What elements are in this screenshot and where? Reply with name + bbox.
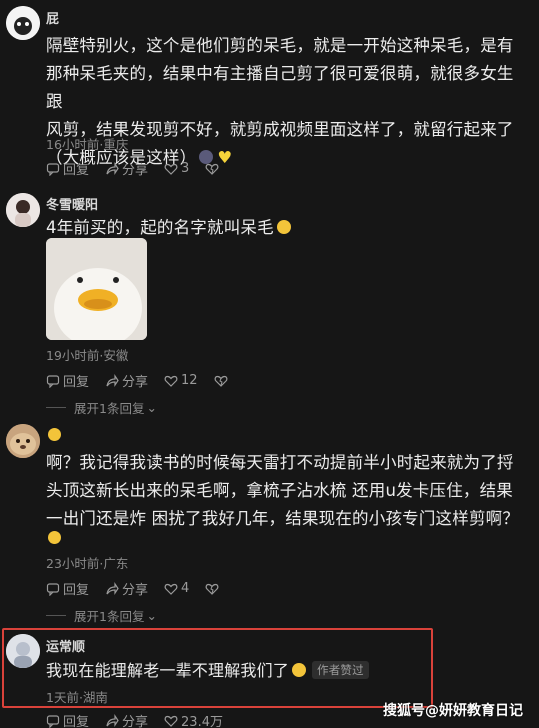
expand-label: 展开1条回复 (74, 401, 145, 416)
timestamp-location: 1天前·湖南 (46, 690, 108, 705)
status-emoji-icon (48, 428, 61, 441)
share-button[interactable]: 分享 (105, 711, 148, 728)
comment-line: 那种呆毛夹的，结果中有主播自己剪了很可爱很萌，就很多女生跟 (46, 64, 514, 111)
dislike-button[interactable] (205, 582, 222, 596)
laugh-emoji-icon (292, 663, 307, 677)
thinking-emoji-icon (48, 531, 61, 544)
comment-line: 我现在能理解老一辈不理解我们了 作者赞过 (46, 657, 524, 685)
dislike-icon (205, 163, 219, 175)
action-bar: 回复 分享 4 (46, 579, 238, 598)
reply-icon (46, 162, 60, 176)
avatar[interactable] (6, 193, 40, 227)
reply-icon (46, 582, 60, 596)
reply-label: 回复 (63, 163, 90, 178)
reply-label: 回复 (63, 583, 90, 598)
share-label: 分享 (122, 715, 149, 728)
heart-outline-icon (164, 583, 178, 595)
like-count: 23.4万 (181, 715, 223, 728)
avatar[interactable] (6, 634, 40, 668)
share-label: 分享 (122, 163, 149, 178)
share-button[interactable]: 分享 (105, 159, 148, 178)
smile-emoji-icon (276, 220, 291, 234)
expand-replies[interactable]: 展开1条回复 ⌄ (46, 398, 157, 417)
comment-line-text: 4年前买的，起的名字就叫呆毛 (46, 218, 274, 237)
share-label: 分享 (122, 583, 149, 598)
share-icon (106, 161, 119, 175)
reply-label: 回复 (63, 715, 90, 728)
like-button[interactable]: 4 (164, 581, 189, 596)
expand-replies[interactable]: 展开1条回复 ⌄ (46, 606, 157, 625)
chevron-down-icon: ⌄ (146, 608, 157, 623)
action-bar: 回复 分享 12 (46, 371, 247, 390)
reply-button[interactable]: 回复 (46, 371, 89, 390)
heart-outline-icon (164, 375, 178, 387)
comment-line: 一出门还是炸 困扰了我好几年，结果现在的小孩专门这样剪啊？ (46, 509, 520, 528)
expand-label: 展开1条回复 (74, 609, 145, 624)
action-bar: 回复 分享 3 (46, 159, 238, 178)
username[interactable]: 运常顺 (46, 636, 85, 655)
dislike-button[interactable] (205, 162, 222, 176)
heart-outline-icon (164, 715, 178, 727)
comment-line-text: 我现在能理解老一辈不理解我们了 (46, 661, 290, 680)
timestamp-location: 19小时前·安徽 (46, 348, 129, 363)
dislike-icon (205, 583, 219, 595)
username[interactable]: 屁 (46, 8, 59, 27)
heart-outline-icon (164, 163, 178, 175)
comment-line: 啊？我记得我读书的时候每天雷打不动提前半小时起来就为了捋 (46, 453, 514, 472)
dislike-button[interactable] (214, 374, 231, 388)
share-button[interactable]: 分享 (105, 579, 148, 598)
reply-button[interactable]: 回复 (46, 159, 89, 178)
like-button[interactable]: 3 (164, 161, 189, 176)
comment-text: 啊？我记得我读书的时候每天雷打不动提前半小时起来就为了捋 头顶这新长出来的呆毛啊… (46, 449, 524, 533)
comment-line: 头顶这新长出来的呆毛啊，拿梳子沾水梳 还用u发卡压住，结果 (46, 481, 514, 500)
watermark: 搜狐号@妍妍教育日记 (383, 703, 523, 719)
share-icon (106, 581, 119, 595)
share-icon (106, 373, 119, 387)
timestamp-location: 23小时前·广东 (46, 556, 129, 571)
share-icon (106, 713, 119, 727)
avatar[interactable] (6, 424, 40, 458)
attached-image[interactable] (46, 238, 147, 340)
chevron-down-icon: ⌄ (146, 400, 157, 415)
comment-line: 隔壁特别火，这个是他们剪的呆毛，就是一开始这种呆毛，是有 (46, 36, 514, 55)
action-bar: 回复 分享 23.4万 (46, 711, 239, 728)
timestamp-location: 16小时前·重庆 (46, 137, 129, 152)
avatar[interactable] (6, 6, 40, 40)
reply-icon (46, 374, 60, 388)
comment-text: 我现在能理解老一辈不理解我们了 作者赞过 (46, 657, 524, 685)
author-liked-badge: 作者赞过 (312, 661, 369, 679)
divider (46, 407, 66, 408)
divider (46, 615, 66, 616)
like-button[interactable]: 12 (164, 373, 198, 388)
like-count: 4 (181, 581, 190, 596)
username[interactable]: 冬雪暖阳 (46, 194, 98, 213)
share-label: 分享 (122, 375, 149, 390)
reply-label: 回复 (63, 375, 90, 390)
reply-icon (46, 714, 60, 728)
like-count: 12 (181, 373, 198, 388)
like-count: 3 (181, 161, 190, 176)
reply-button[interactable]: 回复 (46, 711, 89, 728)
like-button[interactable]: 23.4万 (164, 711, 223, 728)
dislike-icon (214, 375, 228, 387)
reply-button[interactable]: 回复 (46, 579, 89, 598)
share-button[interactable]: 分享 (105, 371, 148, 390)
